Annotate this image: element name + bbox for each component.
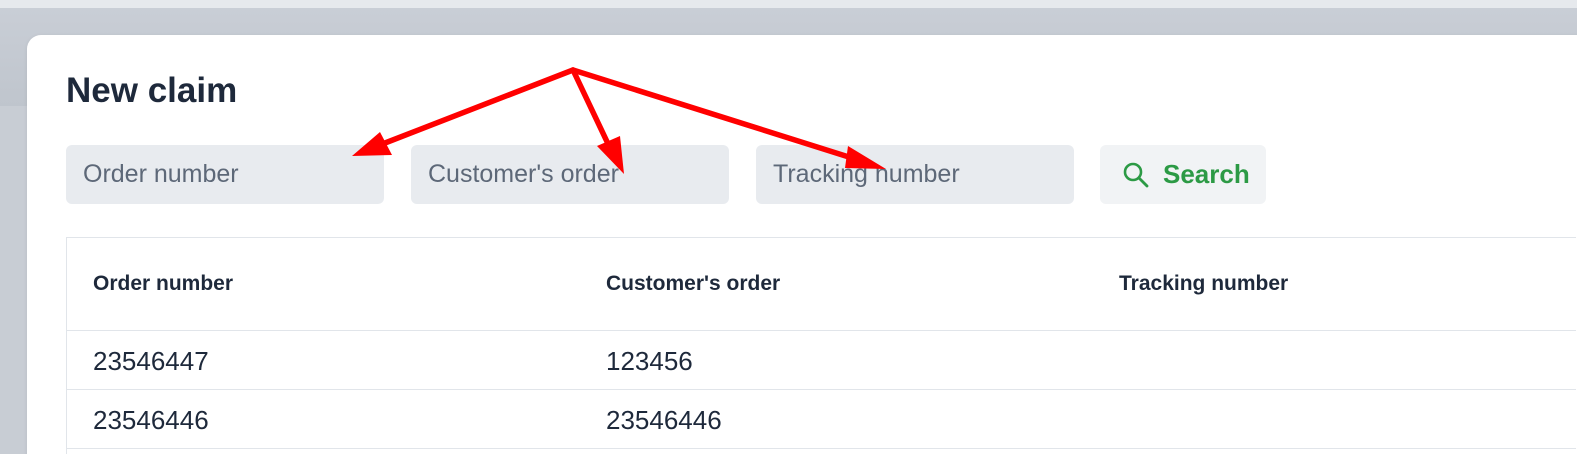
tracking-number-input[interactable] xyxy=(756,145,1074,204)
results-table: Order number Customer's order Tracking n… xyxy=(66,237,1576,454)
table-header-row: Order number Customer's order Tracking n… xyxy=(67,238,1576,331)
search-button-label: Search xyxy=(1163,159,1250,189)
column-header-customer-order[interactable]: Customer's order xyxy=(606,272,780,296)
order-number-input[interactable] xyxy=(66,145,384,204)
cell-order-number: 23546447 xyxy=(93,346,209,376)
cell-order-number: 23546446 xyxy=(93,405,209,435)
search-icon xyxy=(1122,161,1150,189)
page-title: New claim xyxy=(66,71,238,110)
cell-customer-order: 123456 xyxy=(606,346,693,376)
table-row[interactable]: 23546446 23546446 xyxy=(67,390,1576,449)
table-row[interactable]: 23546447 123456 xyxy=(67,331,1576,390)
cell-customer-order: 23546446 xyxy=(606,405,722,435)
window-top-strip xyxy=(0,0,1577,8)
search-button[interactable]: Search xyxy=(1100,145,1266,204)
customer-order-input[interactable] xyxy=(411,145,729,204)
column-header-order-number[interactable]: Order number xyxy=(93,272,233,296)
column-header-tracking-number[interactable]: Tracking number xyxy=(1119,272,1288,296)
